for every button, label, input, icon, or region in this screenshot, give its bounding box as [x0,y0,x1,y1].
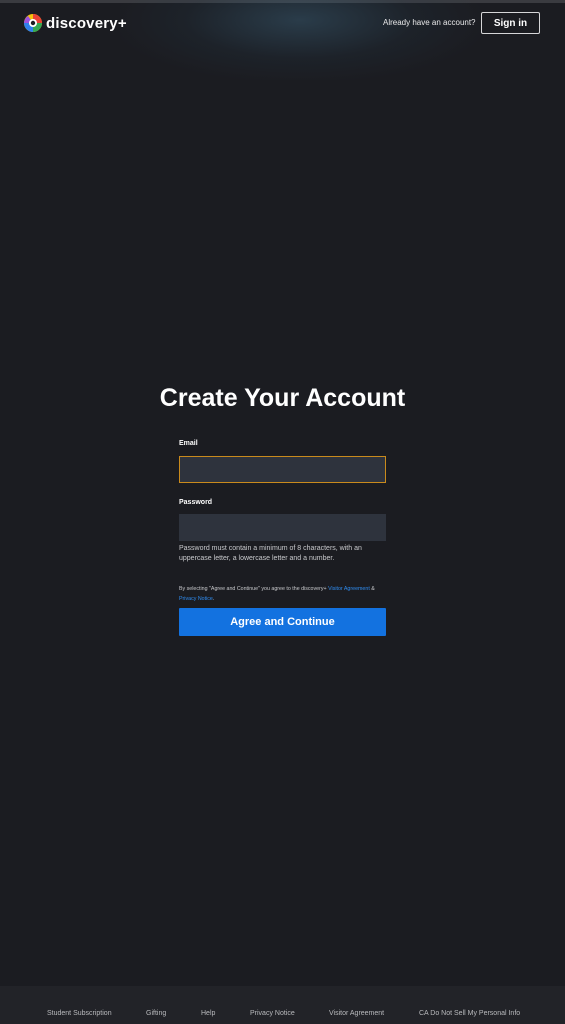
already-have-account-text: Already have an account? [383,18,476,27]
brand-name: discovery+ [46,14,127,32]
consent-suffix: . [212,596,215,602]
consent-prefix: By selecting "Agree and Continue" you ag… [179,586,329,592]
footer-link-gifting[interactable]: Gifting [146,1010,166,1017]
brand-logo[interactable]: discovery+ [23,13,127,33]
email-label: Email [179,440,198,447]
footer-link-visitor-agreement[interactable]: Visitor Agreement [329,1010,384,1017]
visitor-agreement-link[interactable]: Visitor Agreement [328,586,370,592]
footer-link-ca-do-not-sell[interactable]: CA Do Not Sell My Personal Info [419,1010,520,1017]
site-footer [0,986,565,1024]
discovery-plus-logo-icon [24,14,42,32]
consent-middle: & [369,586,375,592]
consent-text: By selecting "Agree and Continue" you ag… [179,584,389,604]
password-requirements-hint: Password must contain a minimum of 8 cha… [179,545,362,562]
privacy-notice-link[interactable]: Privacy Notice [179,596,213,602]
footer-link-student-subscription[interactable]: Student Subscription [47,1010,112,1017]
site-header: discovery+ Already have an account? Sign… [0,0,565,50]
email-field[interactable] [179,456,386,483]
sign-in-button[interactable]: Sign in [481,12,540,34]
password-field[interactable] [179,514,386,541]
password-label: Password [179,499,213,506]
page-title: Create Your Account [159,384,406,412]
footer-link-help[interactable]: Help [201,1010,215,1017]
agree-and-continue-button[interactable]: Agree and Continue [179,608,386,636]
footer-link-privacy-notice[interactable]: Privacy Notice [250,1010,295,1017]
